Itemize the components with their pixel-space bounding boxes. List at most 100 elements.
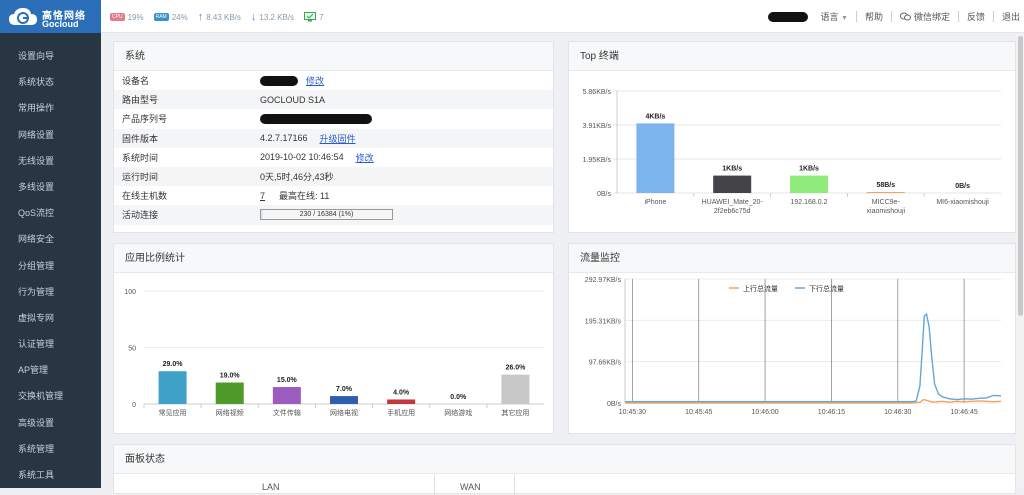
sidebar-item-system-status[interactable]: 系统状态	[0, 69, 101, 95]
sidebar: 设置向导 系统状态 常用操作 网络设置 无线设置 多线设置 QoS流控 网络安全…	[0, 33, 101, 488]
table-row: 活动连接 230 / 16384 (1%)	[114, 205, 553, 225]
help-link[interactable]: 帮助	[865, 10, 883, 23]
download-arrow-icon: ↓	[250, 11, 257, 23]
sidebar-item-groups[interactable]: 分组管理	[0, 253, 101, 279]
x-tick-label: 文件传输	[273, 408, 301, 417]
bar-3	[866, 192, 905, 194]
upgrade-firmware-link[interactable]: 升级固件	[320, 132, 356, 145]
sidebar-item-wireless[interactable]: 无线设置	[0, 148, 101, 174]
upload-value: 8.43 KB/s	[206, 12, 241, 22]
ram-icon: RAM	[153, 13, 169, 21]
app-stats-title: 应用比例统计	[114, 244, 553, 273]
sidebar-item-network[interactable]: 网络设置	[0, 122, 101, 148]
row-value	[260, 113, 372, 124]
online-hosts-link[interactable]: 7	[260, 191, 265, 201]
panel-status-title: 面板状态	[114, 445, 1015, 474]
table-row: 固件版本 4.2.7.17166 升级固件	[114, 128, 553, 148]
cpu-icon: CPU	[110, 13, 125, 21]
row-value: GOCLOUD S1A	[260, 94, 326, 105]
sidebar-item-common-ops[interactable]: 常用操作	[0, 95, 101, 121]
sidebar-item-switch[interactable]: 交换机管理	[0, 383, 101, 409]
app-stats-panel: 应用比例统计 0 50 100 29.0% 常见应用 19.0% 网络视频 15.0% 文件传输…	[113, 243, 554, 434]
wechat-bind-link[interactable]: 微信绑定	[899, 10, 950, 23]
system-time: 2019-10-02 10:46:54	[260, 152, 344, 163]
cloud-logo-icon	[9, 8, 37, 25]
x-tick-label: 手机应用	[387, 408, 415, 417]
y-tick-label: 0B/s	[607, 401, 622, 408]
sidebar-item-vpn[interactable]: 虚拟专网	[0, 305, 101, 331]
x-tick-label: 192.168.0.2	[791, 199, 828, 206]
logout-link[interactable]: 退出	[1002, 10, 1020, 23]
data-label: 15.0%	[277, 377, 298, 384]
sidebar-item-qos[interactable]: QoS流控	[0, 200, 101, 226]
data-label: 4.0%	[393, 389, 410, 396]
monitor-icon	[304, 12, 317, 22]
row-value: 230 / 16384 (1%)	[260, 209, 393, 221]
sidebar-item-advanced[interactable]: 高级设置	[0, 410, 101, 436]
sidebar-item-ap[interactable]: AP管理	[0, 357, 101, 383]
y-tick-label: 195.31KB/s	[585, 318, 622, 325]
edit-device-name-link[interactable]: 修改	[306, 74, 324, 87]
data-label: 0.0%	[450, 394, 467, 401]
download-value: 13.2 KB/s	[259, 12, 295, 22]
row-key: 固件版本	[122, 133, 159, 144]
language-label: 语言	[820, 12, 839, 22]
download-stat: ↓ 13.2 KB/s	[251, 11, 294, 23]
bar-3	[330, 396, 358, 404]
top-terminals-chart: 0B/s 1.95KB/s 3.91KB/s 5.86KB/s 4KB/s iPhone 1…	[583, 89, 1001, 215]
wan-label: WAN	[460, 482, 481, 492]
divider	[514, 475, 515, 495]
x-tick-label: MICC9e-	[872, 199, 901, 206]
x-tick-label: 10:46:30	[884, 409, 911, 416]
firmware-version: 4.2.7.17166	[260, 133, 308, 144]
sidebar-item-behavior[interactable]: 行为管理	[0, 279, 101, 305]
cpu-value: 19%	[127, 12, 144, 22]
sidebar-item-security[interactable]: 网络安全	[0, 226, 101, 252]
divider	[992, 11, 994, 22]
bar-1	[215, 382, 244, 404]
divider	[434, 475, 435, 495]
sidebar-item-system-tools[interactable]: 系统工具	[0, 462, 101, 488]
data-label: 1KB/s	[799, 166, 819, 173]
max-online: 最高在线: 11	[279, 191, 330, 202]
table-row: 路由型号 GOCLOUD S1A	[114, 90, 553, 110]
row-key: 活动连接	[122, 210, 159, 221]
edit-time-link[interactable]: 修改	[356, 151, 374, 164]
ram-stat: RAM 24%	[153, 13, 188, 22]
bar-0	[636, 123, 675, 193]
scrollbar-thumb[interactable]	[1018, 36, 1023, 316]
user-name-redacted	[768, 11, 809, 22]
traffic-panel: 流量监控 0B/s 97.66KB/s 195.31KB/s 292.97KB/s 10…	[568, 243, 1016, 434]
system-panel-title: 系统	[114, 42, 553, 71]
sidebar-item-setup-wizard[interactable]: 设置向导	[0, 43, 101, 69]
progress-label: 230 / 16384 (1%)	[299, 211, 354, 219]
bar-1	[713, 175, 752, 193]
panel-status: 面板状态 LAN WAN	[113, 444, 1017, 495]
sidebar-item-multiline[interactable]: 多线设置	[0, 174, 101, 200]
row-value: 7 最高在线: 11	[260, 189, 329, 202]
progress-fill	[261, 210, 263, 220]
y-tick-label: 0B/s	[597, 191, 612, 198]
row-value: 2019-10-02 10:46:54 修改	[260, 151, 374, 164]
y-tick-label: 0	[132, 402, 136, 409]
connections-progress: 230 / 16384 (1%)	[260, 209, 393, 221]
port-area: LAN WAN	[114, 475, 1017, 495]
hosts-value: 7	[319, 12, 324, 22]
row-value: 4.2.7.17166 升级固件	[260, 132, 356, 145]
system-panel: 系统 设备名 修改 路由型号 GOCLOUD S1A 产品序列号 固件版本 4.…	[113, 41, 554, 233]
serial-redacted	[260, 113, 372, 124]
traffic-title: 流量监控	[569, 244, 1015, 273]
y-tick-label: 5.86KB/s	[583, 89, 612, 96]
top-terminals-panel: Top 终端 0B/s 1.95KB/s 3.91KB/s 5.86KB/s 4KB/s…	[568, 41, 1016, 233]
app-stats-chart: 0 50 100 29.0% 常见应用 19.0% 网络视频 15.0% 文件传输 7.0% 网络电…	[124, 289, 544, 417]
sidebar-item-auth[interactable]: 认证管理	[0, 331, 101, 357]
top-bar: 高恪网络 Gocloud CPU 19% RAM 24% ↑ 8.43 KB/s…	[0, 0, 1024, 33]
brand-logo[interactable]: 高恪网络 Gocloud	[0, 0, 101, 33]
sidebar-item-system-mgmt[interactable]: 系统管理	[0, 436, 101, 462]
x-tick-label: 网络视频	[216, 408, 244, 417]
x-tick-label: 常见应用	[159, 408, 187, 417]
row-key: 在线主机数	[122, 191, 168, 202]
feedback-link[interactable]: 反馈	[967, 10, 985, 23]
x-tick-label: 10:45:30	[619, 409, 646, 416]
language-menu[interactable]: 语言 ▼	[820, 10, 847, 23]
